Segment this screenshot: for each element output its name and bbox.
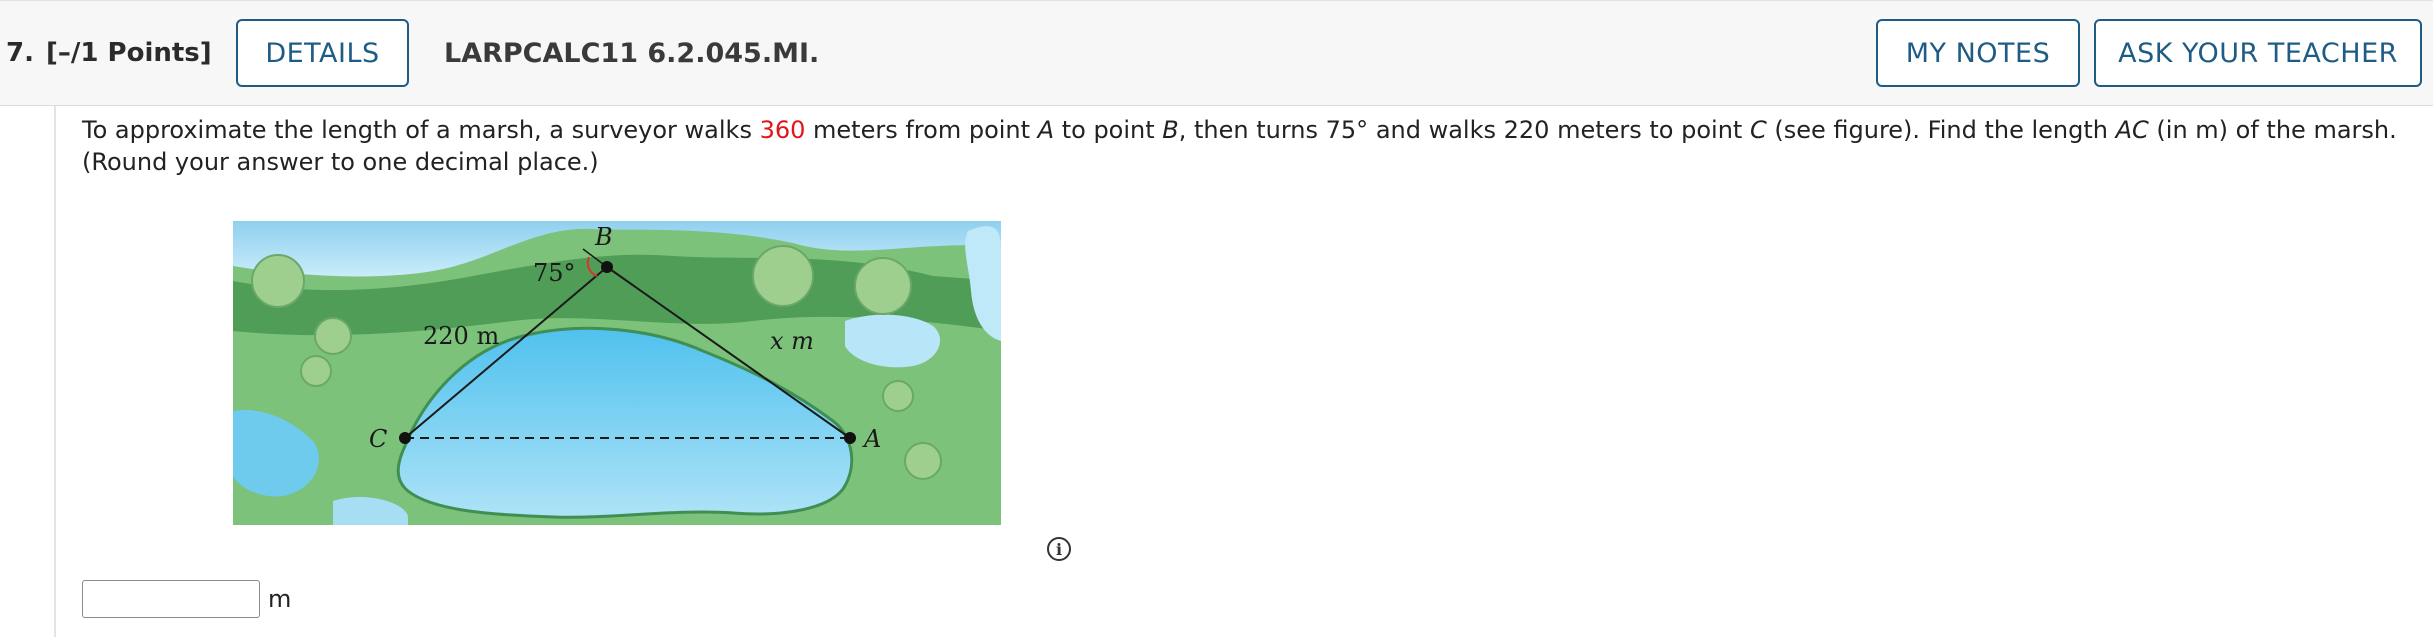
points-label: [–/1 Points] <box>46 38 212 68</box>
question-header: 7. [–/1 Points] DETAILS LARPCALC11 6.2.0… <box>0 0 2433 106</box>
label-b: B <box>594 223 613 251</box>
info-icon[interactable]: i <box>1047 537 1071 561</box>
tree <box>300 355 332 387</box>
point-a-marker <box>844 432 856 444</box>
tree <box>904 442 942 480</box>
highlighted-distance: 360 <box>759 116 806 144</box>
prompt-text: to point <box>1054 116 1163 144</box>
prompt-text: , then turns 75° and walks 220 meters to… <box>1178 116 1750 144</box>
point-c-marker <box>399 432 411 444</box>
segment-ac-label: AC <box>2115 116 2149 144</box>
label-angle: 75° <box>533 259 576 287</box>
tree <box>752 245 814 307</box>
prompt-text: To approximate the length of a marsh, a … <box>82 116 760 144</box>
question-number: 7. <box>6 38 34 68</box>
ask-your-teacher-button[interactable]: ASK YOUR TEACHER <box>2094 19 2422 87</box>
prompt-text: meters from point <box>805 116 1038 144</box>
my-notes-button[interactable]: MY NOTES <box>1876 19 2080 87</box>
point-c-label: C <box>1749 116 1767 144</box>
point-b-marker <box>601 261 613 273</box>
answer-input[interactable] <box>82 580 260 618</box>
label-c: C <box>369 425 387 453</box>
point-b-label: B <box>1162 116 1179 144</box>
question-prompt: To approximate the length of a marsh, a … <box>82 114 2412 178</box>
label-220: 220 m <box>423 322 499 350</box>
details-button[interactable]: DETAILS <box>236 19 409 87</box>
tree <box>314 317 352 355</box>
tree <box>854 257 912 315</box>
left-divider <box>54 106 56 637</box>
label-x: x m <box>770 327 814 355</box>
answer-unit: m <box>268 585 292 613</box>
problem-code: LARPCALC11 6.2.045.MI. <box>444 38 820 69</box>
prompt-text: (see figure). Find the length <box>1766 116 2116 144</box>
point-a-label: A <box>1037 116 1055 144</box>
tree <box>251 254 305 308</box>
tree <box>882 380 914 412</box>
marsh-figure: B 75° 220 m x m C A <box>233 221 1001 525</box>
label-a: A <box>862 425 881 453</box>
